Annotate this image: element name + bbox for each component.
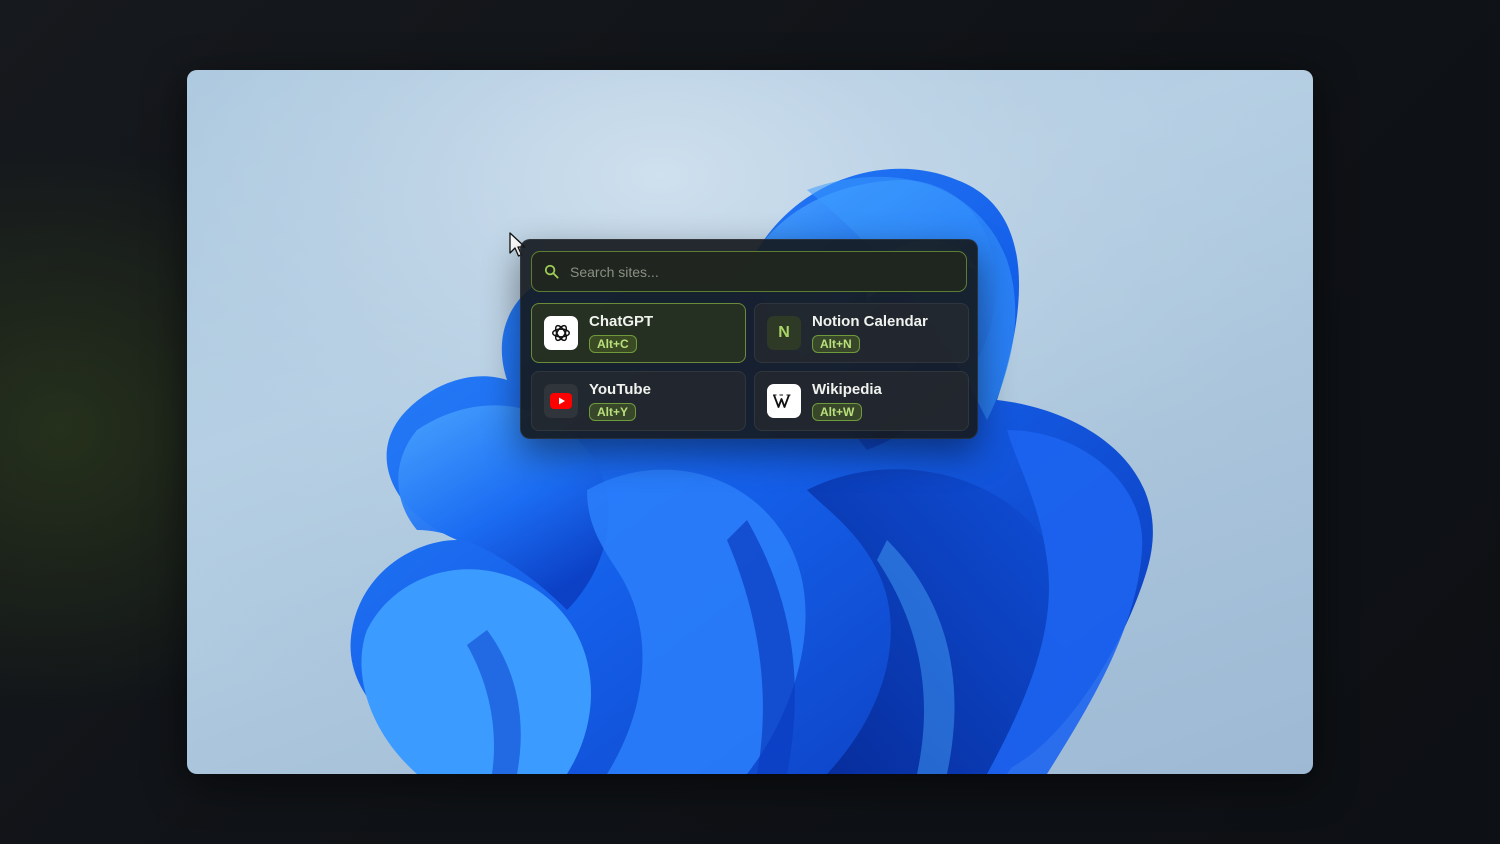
wikipedia-logo-icon xyxy=(767,384,801,418)
shortcut-badge: Alt+N xyxy=(812,335,860,353)
site-card-chatgpt[interactable]: ChatGPT Alt+C xyxy=(531,303,746,363)
shortcut-badge: Alt+C xyxy=(589,335,637,353)
site-card-wikipedia[interactable]: Wikipedia Alt+W xyxy=(754,371,969,431)
site-name: ChatGPT xyxy=(589,313,654,330)
site-name: YouTube xyxy=(589,381,651,398)
search-box[interactable] xyxy=(531,251,967,292)
shortcut-badge: Alt+Y xyxy=(589,403,637,421)
site-name: Wikipedia xyxy=(812,381,882,398)
chatgpt-logo-icon xyxy=(544,316,578,350)
search-input[interactable] xyxy=(568,262,954,281)
site-grid: ChatGPT Alt+C N Notion Calendar Alt+N Yo… xyxy=(531,303,969,431)
site-name: Notion Calendar xyxy=(812,313,928,330)
notion-calendar-logo-icon: N xyxy=(767,316,801,350)
site-card-youtube[interactable]: YouTube Alt+Y xyxy=(531,371,746,431)
site-launcher-popup: ChatGPT Alt+C N Notion Calendar Alt+N xyxy=(520,239,978,439)
shortcut-badge: Alt+W xyxy=(812,403,863,421)
youtube-logo-icon xyxy=(544,384,578,418)
search-icon xyxy=(544,264,559,279)
desktop-wallpaper: ChatGPT Alt+C N Notion Calendar Alt+N xyxy=(187,70,1313,774)
site-card-notion-calendar[interactable]: N Notion Calendar Alt+N xyxy=(754,303,969,363)
notion-calendar-letter: N xyxy=(778,324,790,341)
